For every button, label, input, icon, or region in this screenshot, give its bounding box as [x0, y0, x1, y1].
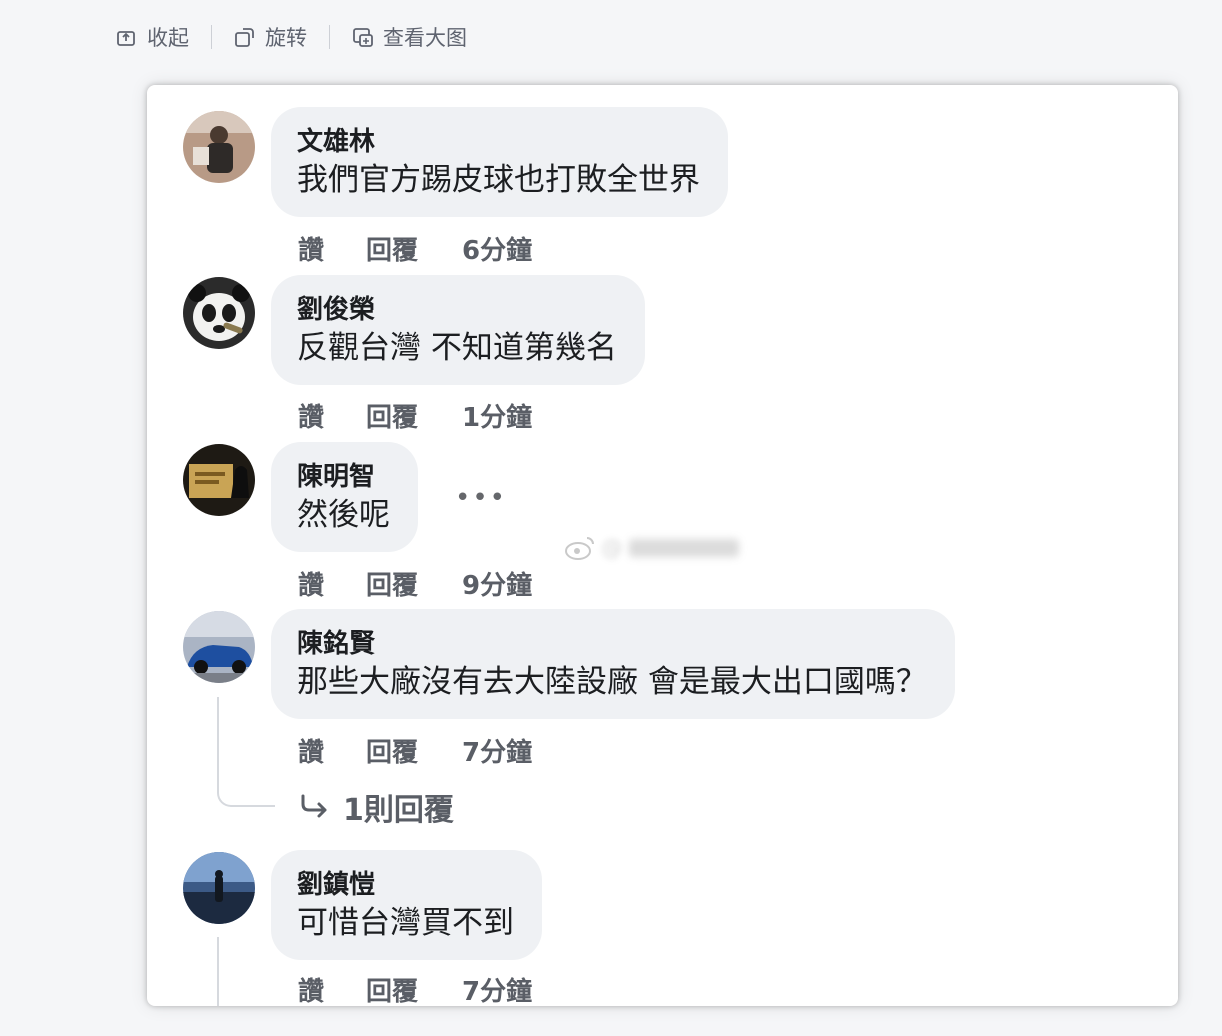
weibo-icon: [565, 537, 594, 560]
avatar[interactable]: [183, 444, 255, 516]
comment-actions: 讚 回覆 6分鐘: [298, 230, 532, 267]
comment-actions: 讚 回覆 7分鐘: [298, 971, 532, 1006]
comment-author[interactable]: 劉鎮愷: [297, 868, 514, 902]
comment-actions: 讚 回覆 9分鐘: [298, 565, 532, 602]
comment-bubble: 劉鎮愷 可惜台灣買不到: [271, 850, 542, 960]
avatar[interactable]: [183, 852, 255, 924]
like-button[interactable]: 讚: [298, 732, 366, 769]
reply-button[interactable]: 回覆: [366, 565, 462, 602]
comment-bubble: 陳銘賢 那些大廠沒有去大陸設廠 會是最大出口國嗎？: [271, 609, 955, 719]
collapse-button[interactable]: 收起: [116, 22, 189, 52]
view-large-button[interactable]: 查看大图: [352, 22, 467, 52]
rotate-label: 旋转: [265, 26, 307, 50]
more-options-button[interactable]: •••: [455, 483, 507, 513]
view-large-icon: [353, 28, 373, 47]
reply-button[interactable]: 回覆: [366, 230, 462, 267]
comment-bubble: 陳明智 然後呢: [271, 442, 418, 552]
comment-author[interactable]: 陳明智: [297, 460, 390, 494]
collapse-icon: [117, 31, 135, 46]
reply-arrow-icon: [301, 794, 327, 818]
comment-text: 反觀台灣 不知道第幾名: [297, 330, 617, 366]
like-button[interactable]: 讚: [298, 230, 366, 267]
thread-line: [217, 937, 219, 1006]
comment-timestamp[interactable]: 7分鐘: [462, 971, 532, 1006]
toolbar-divider: [329, 25, 330, 49]
comment-text: 可惜台灣買不到: [297, 905, 514, 941]
comment-actions: 讚 回覆 7分鐘: [298, 732, 532, 769]
reply-button[interactable]: 回覆: [366, 971, 462, 1006]
comment-actions: 讚 回覆 1分鐘: [298, 397, 532, 434]
like-button[interactable]: 讚: [298, 565, 366, 602]
comment-author[interactable]: 文雄林: [297, 125, 700, 159]
view-replies-label: 1則回覆: [343, 793, 454, 828]
comment-timestamp[interactable]: 9分鐘: [462, 565, 532, 602]
watermark-text: @: [601, 535, 623, 561]
like-button[interactable]: 讚: [298, 397, 366, 434]
thread-line: [217, 697, 219, 793]
comment-timestamp[interactable]: 7分鐘: [462, 732, 532, 769]
comment-text: 我們官方踢皮球也打敗全世界: [297, 162, 700, 198]
comment-author[interactable]: 劉俊榮: [297, 293, 617, 327]
comment-timestamp[interactable]: 1分鐘: [462, 397, 532, 434]
avatar[interactable]: [183, 111, 255, 183]
comment-text: 然後呢: [297, 497, 390, 533]
reply-button[interactable]: 回覆: [366, 397, 462, 434]
like-button[interactable]: 讚: [298, 971, 366, 1006]
comment-author[interactable]: 陳銘賢: [297, 627, 927, 661]
thread-line-curve: [217, 791, 275, 807]
comment-text: 那些大廠沒有去大陸設廠 會是最大出口國嗎？: [297, 664, 927, 700]
reply-button[interactable]: 回覆: [366, 732, 462, 769]
watermark: @: [565, 535, 739, 561]
toolbar-divider: [211, 25, 212, 49]
collapse-label: 收起: [147, 26, 189, 50]
image-viewer-toolbar: 收起 旋转 查看大图: [116, 22, 467, 52]
avatar[interactable]: [183, 277, 255, 349]
comment-bubble: 文雄林 我們官方踢皮球也打敗全世界: [271, 107, 728, 217]
view-large-label: 查看大图: [383, 26, 467, 50]
comment-bubble: 劉俊榮 反觀台灣 不知道第幾名: [271, 275, 645, 385]
rotate-button[interactable]: 旋转: [234, 22, 307, 52]
comments-screenshot: 文雄林 我們官方踢皮球也打敗全世界 讚 回覆 6分鐘 劉俊榮 反觀台灣 不知道第…: [147, 85, 1178, 1006]
rotate-icon: [235, 28, 254, 47]
avatar[interactable]: [183, 611, 255, 683]
comment-timestamp[interactable]: 6分鐘: [462, 230, 532, 267]
view-replies-link[interactable]: 1則回覆: [299, 785, 454, 829]
